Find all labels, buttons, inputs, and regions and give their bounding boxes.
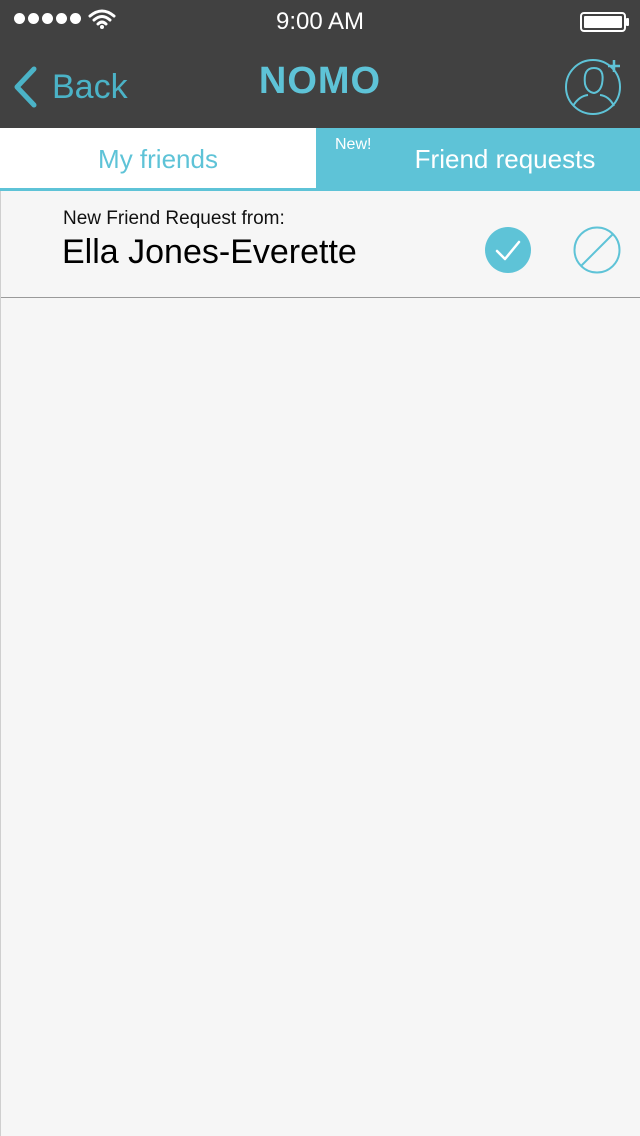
request-name: Ella Jones-Everette <box>62 233 357 271</box>
tab-my-friends-label: My friends <box>98 144 218 174</box>
friend-request-row: New Friend Request from: Ella Jones-Ever… <box>0 191 640 298</box>
app-title: NOMO <box>258 60 382 102</box>
left-border <box>0 191 1 1136</box>
decline-button[interactable] <box>573 226 621 274</box>
request-caption: New Friend Request from: <box>63 208 285 229</box>
tab-bar: My friends New! Friend requests <box>0 128 640 191</box>
tab-friend-requests[interactable]: New! Friend requests <box>316 128 640 191</box>
block-icon <box>573 226 621 274</box>
accept-button[interactable] <box>484 226 532 274</box>
tab-my-friends[interactable]: My friends <box>0 128 316 191</box>
top-bar: 9:00 AM Back NOMO <box>0 0 640 128</box>
battery-icon <box>580 12 629 32</box>
nav-bar: Back NOMO <box>0 40 640 128</box>
new-badge: New! <box>335 136 372 153</box>
status-time: 9:00 AM <box>275 8 365 35</box>
tab-friend-requests-label: Friend requests <box>414 144 596 174</box>
status-bar: 9:00 AM <box>0 0 640 40</box>
add-friend-icon[interactable] <box>562 54 628 116</box>
